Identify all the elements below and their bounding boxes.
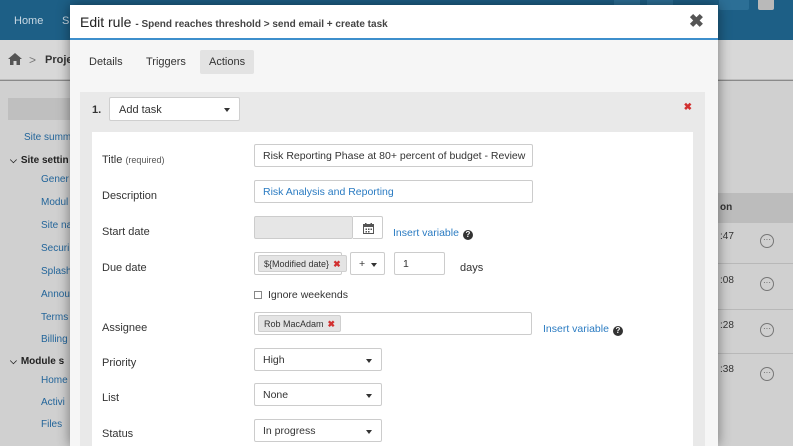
sidebar-item[interactable]: Files <box>41 419 62 430</box>
action-panel: 1. Add task ✖ Title (required) Risk Repo… <box>80 92 705 446</box>
more-options-icon[interactable]: ··· <box>760 234 774 248</box>
sidebar-section[interactable]: ⌵ Module s <box>10 356 64 367</box>
row-divider <box>718 353 793 354</box>
help-icon[interactable]: ? <box>462 230 473 240</box>
start-date-label: Start date <box>102 226 150 238</box>
status-label: Status <box>102 428 134 440</box>
sidebar-section[interactable]: ⌵ Site settin <box>10 155 69 166</box>
tab-actions[interactable]: Actions <box>200 50 255 74</box>
more-options-icon[interactable]: ··· <box>760 367 774 381</box>
table-header: on <box>718 193 793 223</box>
nav-item-home[interactable]: Home <box>14 15 43 27</box>
due-date-amount-input[interactable]: 1 <box>394 252 445 275</box>
calendar-button[interactable] <box>353 216 383 239</box>
avatar[interactable] <box>758 0 774 10</box>
insert-variable-link[interactable]: Insert variable? <box>543 323 623 336</box>
sidebar-item[interactable]: Securi <box>41 243 69 254</box>
table-cell: :28 <box>720 320 734 331</box>
chevron-down-icon <box>366 394 372 398</box>
sidebar-item[interactable]: Site na <box>41 220 72 231</box>
assignee-input[interactable]: Rob MacAdam ✖ <box>254 312 532 335</box>
modal-header: Edit rule - Spend reaches threshold > sen… <box>70 5 718 40</box>
modal-title: Edit rule - Spend reaches threshold > sen… <box>80 14 388 30</box>
checkbox[interactable] <box>254 291 262 299</box>
due-date-unit: days <box>460 262 484 274</box>
sidebar-item[interactable]: Splash <box>41 266 72 277</box>
start-date-input[interactable] <box>254 216 353 239</box>
status-select[interactable]: In progress <box>254 419 382 442</box>
list-select[interactable]: None <box>254 383 382 406</box>
tab-triggers[interactable]: Triggers <box>137 50 195 74</box>
chevron-down-icon: ⌵ <box>10 356 17 366</box>
sidebar-item[interactable]: Home <box>41 375 68 386</box>
toolbar-button[interactable] <box>719 0 749 10</box>
chevron-down-icon: ⌵ <box>10 155 17 165</box>
chevron-down-icon <box>224 108 230 112</box>
task-form: Title (required) Risk Reporting Phase at… <box>92 132 693 446</box>
ignore-weekends-checkbox[interactable]: Ignore weekends <box>254 289 348 301</box>
description-input[interactable]: Risk Analysis and Reporting <box>254 180 533 203</box>
remove-token-icon[interactable]: ✖ <box>333 259 341 269</box>
table-cell: :38 <box>720 364 734 375</box>
insert-variable-link[interactable]: Insert variable? <box>393 227 473 240</box>
action-number: 1. <box>92 104 102 116</box>
action-type-select[interactable]: Add task <box>109 97 240 121</box>
sidebar-item[interactable]: Modul <box>41 197 68 208</box>
sidebar-item[interactable]: Annou <box>41 289 70 300</box>
assignee-label: Assignee <box>102 322 148 334</box>
sidebar-item[interactable]: Gener <box>41 174 69 185</box>
table-cell: :08 <box>720 275 734 286</box>
list-label: List <box>102 392 120 404</box>
table-cell: :47 <box>720 231 734 242</box>
chevron-down-icon <box>366 430 372 434</box>
help-icon[interactable]: ? <box>612 326 623 336</box>
breadcrumb-project[interactable]: Proje <box>45 54 73 66</box>
chevron-down-icon <box>371 263 377 267</box>
row-divider <box>718 263 793 264</box>
sidebar-item[interactable]: Billing <box>41 334 68 345</box>
title-label: Title (required) <box>102 154 165 166</box>
tab-details[interactable]: Details <box>80 50 132 74</box>
modal-subtitle: - Spend reaches threshold > send email +… <box>135 19 388 30</box>
calendar-icon <box>363 223 374 234</box>
priority-select[interactable]: High <box>254 348 382 371</box>
remove-token-icon[interactable]: ✖ <box>328 319 336 329</box>
sidebar-item[interactable]: Activi <box>41 397 65 408</box>
home-icon[interactable] <box>8 53 22 65</box>
due-date-label: Due date <box>102 262 147 274</box>
required-note: (required) <box>125 155 165 165</box>
sidebar: Site summ ⌵ Site settin Gener Modul Site … <box>0 81 80 446</box>
due-date-operator-select[interactable]: + <box>350 252 385 275</box>
row-divider <box>718 309 793 310</box>
sidebar-item[interactable]: Terms <box>41 312 68 323</box>
chevron-down-icon <box>366 359 372 363</box>
edit-rule-modal: Edit rule - Spend reaches threshold > sen… <box>70 5 718 446</box>
background-table: on :47 ··· :08 ··· :28 ··· :38 ··· <box>718 81 793 446</box>
due-date-variable-input[interactable]: ${Modified date} ✖ <box>254 252 347 275</box>
description-label: Description <box>102 190 158 202</box>
priority-label: Priority <box>102 357 137 369</box>
sidebar-search[interactable] <box>8 98 73 120</box>
sidebar-item[interactable]: Site summ <box>24 132 71 143</box>
title-input[interactable]: Risk Reporting Phase at 80+ percent of b… <box>254 144 533 167</box>
close-icon[interactable]: ✖ <box>689 11 704 32</box>
remove-action-icon[interactable]: ✖ <box>684 102 692 113</box>
more-options-icon[interactable]: ··· <box>760 323 774 337</box>
nav-item-partial[interactable]: S <box>62 15 69 27</box>
more-options-icon[interactable]: ··· <box>760 277 774 291</box>
assignee-token: Rob MacAdam ✖ <box>258 315 342 332</box>
chevron-right-icon: > <box>29 53 37 67</box>
due-date-token: ${Modified date} ✖ <box>258 255 347 272</box>
